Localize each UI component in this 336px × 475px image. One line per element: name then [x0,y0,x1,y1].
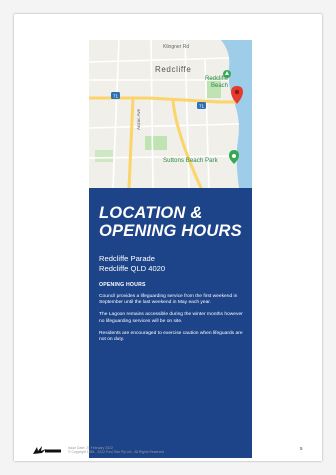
map-beach-label-2: Beach [211,83,228,89]
opening-hours-paragraph: The Lagoon remains accessible during the… [99,312,243,324]
route-badge-label: 71 [199,104,205,109]
title-line-2: OPENING HOURS [99,222,242,240]
opening-hours-paragraph: Council provides a lifeguarding service … [99,294,238,306]
map-park-label: Suttons Beach Park [163,157,219,164]
location-panel: 71 71 Klingner Rd Redcliffe Redcliffe Be… [89,40,252,458]
footer-fine-print: Issue Date: 21 February 2022 © Copyright… [68,446,164,455]
page-number: 5 [300,446,303,451]
opening-hours-heading: OPENING HOURS [99,282,146,288]
park-marker-icon[interactable] [223,70,231,78]
footer-copyright: © Copyright 1984 - 2022 Pool Star Pty Lt… [68,450,164,455]
page-footer: Issue Date: 21 February 2022 © Copyright… [32,444,322,458]
route-badge-label: 71 [113,94,119,99]
page-title: LOCATION & OPENING HOURS [99,204,247,240]
opening-hours-paragraph: Residents are encouraged to exercise cau… [99,330,243,343]
map-avenue-label: Anzac Ave [136,108,141,130]
title-line-1: LOCATION & [99,204,203,222]
map-suburb-label: Redcliffe [155,65,191,74]
address-line-1: Redcliffe Parade [99,254,156,263]
document-page: 71 71 Klingner Rd Redcliffe Redcliffe Be… [14,14,322,461]
map-road-label: Klingner Rd [163,44,189,50]
location-map[interactable]: 71 71 Klingner Rd Redcliffe Redcliffe Be… [89,40,252,188]
address: Redcliffe Parade Redcliffe QLD 4020 [99,254,247,273]
location-content: LOCATION & OPENING HOURS Redcliffe Parad… [99,204,247,343]
poolstar-logo-icon [33,446,61,454]
address-line-2: Redcliffe QLD 4020 [99,263,166,273]
